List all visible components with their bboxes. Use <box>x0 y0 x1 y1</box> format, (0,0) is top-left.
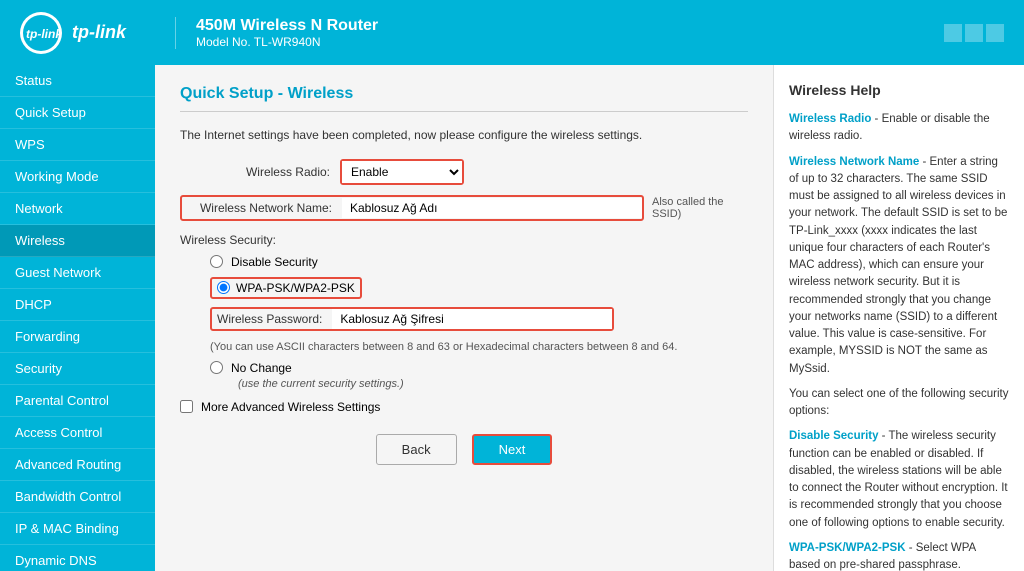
sidebar-item-working-mode[interactable]: Working Mode <box>0 161 155 193</box>
no-change-label: No Change <box>231 361 292 375</box>
next-button[interactable]: Next <box>472 434 553 465</box>
ssid-hint: Also called the SSID) <box>652 196 748 220</box>
help-section-body: - Enter a string of up to 32 characters.… <box>789 156 1007 375</box>
deco-box-1 <box>944 24 962 42</box>
help-section: You can select one of the following secu… <box>789 386 1009 421</box>
help-section-body: - The wireless security function can be … <box>789 430 1008 528</box>
no-change-hint: (use the current security settings.) <box>238 378 748 390</box>
intro-text: The Internet settings have been complete… <box>180 127 748 144</box>
help-section-title: WPA-PSK/WPA2-PSK <box>789 542 906 554</box>
sidebar-item-status[interactable]: Status <box>0 65 155 97</box>
no-change-radio[interactable] <box>210 361 223 374</box>
advanced-checkbox[interactable] <box>180 400 193 413</box>
product-name: 450M Wireless N Router <box>196 17 378 35</box>
sidebar-item-security[interactable]: Security <box>0 353 155 385</box>
network-name-label: Wireless Network Name: <box>182 197 342 219</box>
sidebar-item-advanced-routing[interactable]: Advanced Routing <box>0 449 155 481</box>
security-label: Wireless Security: <box>180 233 748 247</box>
page-title: Quick Setup - Wireless <box>180 85 748 112</box>
sidebar: StatusQuick SetupWPSWorking ModeNetworkW… <box>0 65 155 571</box>
help-section: WPA-PSK/WPA2-PSK - Select WPA based on p… <box>789 540 1009 571</box>
help-section-title: Wireless Radio <box>789 113 871 125</box>
wpa-border: WPA-PSK/WPA2-PSK <box>210 277 362 299</box>
logo-area: tp-link tp-link <box>20 12 175 54</box>
sidebar-item-bandwidth-control[interactable]: Bandwidth Control <box>0 481 155 513</box>
body: StatusQuick SetupWPSWorking ModeNetworkW… <box>0 65 1024 571</box>
sidebar-item-dhcp[interactable]: DHCP <box>0 289 155 321</box>
network-name-input[interactable] <box>342 198 642 218</box>
wpa-label: WPA-PSK/WPA2-PSK <box>236 281 355 295</box>
content-area: Quick Setup - Wireless The Internet sett… <box>155 65 1024 571</box>
wpa-radio[interactable] <box>217 281 230 294</box>
help-section: Wireless Radio - Enable or disable the w… <box>789 111 1009 146</box>
back-button[interactable]: Back <box>376 434 457 465</box>
no-change-option: No Change <box>210 361 748 375</box>
sidebar-item-wps[interactable]: WPS <box>0 129 155 161</box>
model-number: Model No. TL-WR940N <box>196 35 378 49</box>
advanced-label: More Advanced Wireless Settings <box>201 400 380 414</box>
help-panel: Wireless Help Wireless Radio - Enable or… <box>774 65 1024 571</box>
advanced-row: More Advanced Wireless Settings <box>180 400 748 414</box>
sidebar-item-access-control[interactable]: Access Control <box>0 417 155 449</box>
disable-security-option: Disable Security <box>210 255 748 269</box>
form-area: Quick Setup - Wireless The Internet sett… <box>155 65 774 571</box>
button-row: Back Next <box>180 434 748 465</box>
password-row: Wireless Password: <box>210 307 748 331</box>
network-name-border: Wireless Network Name: <box>180 195 644 221</box>
help-section-body: You can select one of the following secu… <box>789 388 1009 417</box>
password-border: Wireless Password: <box>210 307 614 331</box>
sidebar-item-quick-setup[interactable]: Quick Setup <box>0 97 155 129</box>
main-content: Quick Setup - Wireless The Internet sett… <box>155 65 1024 571</box>
network-name-row: Wireless Network Name: Also called the S… <box>180 195 748 221</box>
header-title: 450M Wireless N Router Model No. TL-WR94… <box>175 17 378 49</box>
header-decoration <box>944 24 1004 42</box>
sidebar-item-network[interactable]: Network <box>0 193 155 225</box>
password-input[interactable] <box>332 309 612 329</box>
sidebar-item-parental-control[interactable]: Parental Control <box>0 385 155 417</box>
help-section-title: Disable Security <box>789 430 878 442</box>
help-section-title: Wireless Network Name <box>789 156 919 168</box>
disable-security-label: Disable Security <box>231 255 318 269</box>
sidebar-item-ip-&-mac-binding[interactable]: IP & MAC Binding <box>0 513 155 545</box>
logo-text: tp-link <box>72 22 126 43</box>
wireless-radio-control: Enable Disable <box>340 159 748 185</box>
help-sections: Wireless Radio - Enable or disable the w… <box>789 111 1009 571</box>
password-hint: (You can use ASCII characters between 8 … <box>210 341 748 353</box>
sidebar-item-wireless[interactable]: Wireless <box>0 225 155 257</box>
help-title: Wireless Help <box>789 80 1009 101</box>
wireless-radio-select[interactable]: Enable Disable <box>342 161 462 183</box>
sidebar-item-guest-network[interactable]: Guest Network <box>0 257 155 289</box>
header: tp-link tp-link 450M Wireless N Router M… <box>0 0 1024 65</box>
logo-icon: tp-link <box>20 12 62 54</box>
svg-text:tp-link: tp-link <box>26 27 60 41</box>
wireless-radio-border: Enable Disable <box>340 159 464 185</box>
password-label: Wireless Password: <box>212 309 332 329</box>
help-section: Disable Security - The wireless security… <box>789 428 1009 532</box>
disable-security-radio[interactable] <box>210 255 223 268</box>
sidebar-item-dynamic-dns[interactable]: Dynamic DNS <box>0 545 155 571</box>
deco-box-2 <box>965 24 983 42</box>
wireless-radio-row: Wireless Radio: Enable Disable <box>180 159 748 185</box>
wireless-radio-label: Wireless Radio: <box>180 165 340 179</box>
sidebar-item-forwarding[interactable]: Forwarding <box>0 321 155 353</box>
deco-box-3 <box>986 24 1004 42</box>
help-section: Wireless Network Name - Enter a string o… <box>789 154 1009 378</box>
wpa-option-row: WPA-PSK/WPA2-PSK <box>210 277 748 299</box>
